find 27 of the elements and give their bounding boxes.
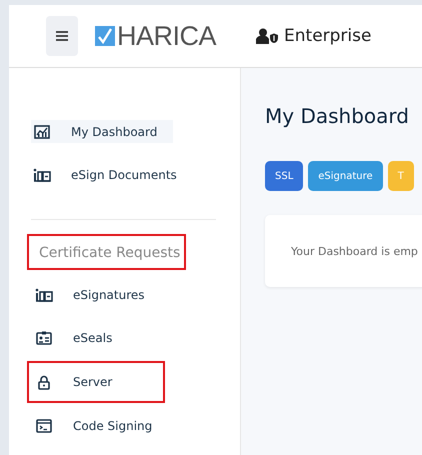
sidebar-item[interactable]: eSignatures [27, 275, 165, 315]
page-title: My Dashboard [265, 104, 410, 128]
item-label: Code Signing [73, 419, 152, 433]
chart-icon [34, 124, 50, 138]
sidebar-item[interactable]: Code Signing [27, 406, 165, 446]
item-label: eSeals [73, 331, 112, 345]
item-label: Server [73, 375, 112, 389]
menu-icon [56, 31, 68, 41]
document-signature-icon [33, 168, 51, 182]
terminal-icon [36, 419, 52, 433]
item-label: eSignatures [73, 288, 145, 302]
item-label: eSign Documents [71, 168, 177, 182]
empty-message: Your Dashboard is emp [291, 244, 418, 258]
logo-text: HARICA [117, 20, 216, 52]
lock-icon [38, 374, 50, 390]
document-signature-icon [35, 288, 53, 302]
sidebar-item[interactable]: eSeals [27, 318, 165, 358]
id-card-icon [36, 331, 52, 345]
user-shield-icon [256, 28, 278, 44]
checkbox-logo-icon [95, 26, 115, 46]
context-label: Enterprise [284, 26, 372, 46]
item-label: My Dashboard [71, 124, 158, 138]
menu-button[interactable] [46, 16, 78, 56]
sidebar-item[interactable]: My Dashboard [31, 120, 173, 143]
sidebar-item[interactable]: Server [27, 361, 165, 403]
filter-button[interactable]: SSL [265, 161, 304, 191]
section-heading: Certificate Requests [27, 234, 186, 270]
